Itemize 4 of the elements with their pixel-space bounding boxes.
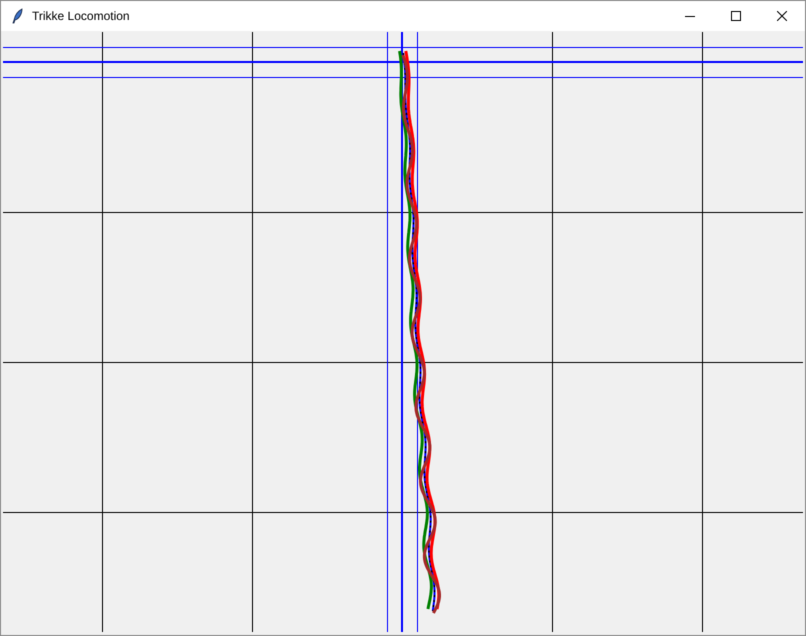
window-title: Trikke Locomotion <box>32 8 130 25</box>
maximize-icon <box>731 11 741 21</box>
close-icon <box>777 11 787 21</box>
feather-icon <box>12 8 24 24</box>
